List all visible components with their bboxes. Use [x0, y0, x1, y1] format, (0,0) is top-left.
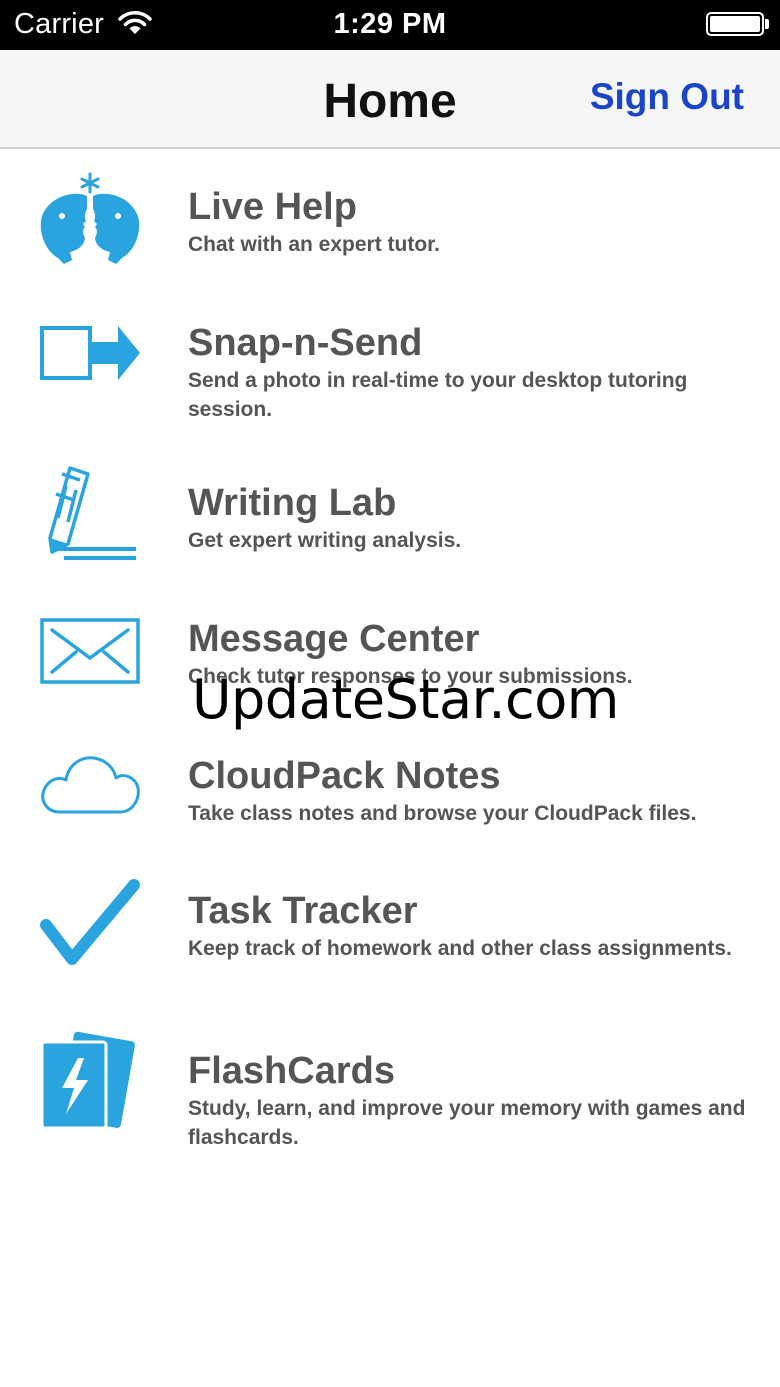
sign-out-button[interactable]: Sign Out — [590, 76, 744, 118]
snap-n-send-description: Send a photo in real-time to your deskto… — [188, 369, 688, 421]
cloudpack-notes-title: CloudPack Notes — [188, 755, 501, 797]
cloud-icon — [41, 756, 140, 814]
live-help-description: Chat with an expert tutor. — [188, 233, 441, 256]
menu-item-live-help[interactable]: Live Help Chat with an expert tutor. — [0, 170, 780, 280]
nav-bar: Home Sign Out — [0, 50, 780, 149]
snap-send-icon — [40, 326, 140, 380]
menu-item-cloudpack-notes[interactable]: CloudPack Notes Take class notes and bro… — [0, 740, 780, 850]
status-bar: Carrier 1:29 PM — [0, 0, 780, 50]
watermark: UpdateStar.com — [192, 668, 619, 731]
envelope-icon — [40, 618, 140, 684]
live-help-title: Live Help — [188, 186, 357, 228]
menu-item-writing-lab[interactable]: Writing Lab Get expert writing analysis. — [0, 460, 780, 570]
message-center-title: Message Center — [188, 618, 480, 660]
menu-item-task-tracker[interactable]: Task Tracker Keep track of homework and … — [0, 875, 780, 1005]
writing-lab-description: Get expert writing analysis. — [188, 529, 462, 552]
menu-item-snap-n-send[interactable]: Snap-n-Send Send a photo in real-time to… — [0, 310, 780, 440]
flashcards-icon — [40, 1031, 135, 1130]
clock: 1:29 PM — [333, 8, 447, 40]
live-help-icon — [40, 172, 140, 264]
flashcards-title: FlashCards — [188, 1050, 395, 1092]
flashcards-description: Study, learn, and improve your memory wi… — [188, 1097, 746, 1149]
battery-nub — [765, 19, 769, 29]
menu-item-flashcards[interactable]: FlashCards Study, learn, and improve you… — [0, 1030, 780, 1160]
cloudpack-notes-description: Take class notes and browse your CloudPa… — [188, 802, 697, 825]
battery-icon — [706, 12, 764, 36]
pencil-icon — [48, 466, 136, 560]
checkmark-icon — [40, 879, 140, 965]
task-tracker-description: Keep track of homework and other class a… — [188, 937, 732, 960]
writing-lab-title: Writing Lab — [188, 482, 397, 524]
snap-n-send-title: Snap-n-Send — [188, 322, 423, 364]
task-tracker-title: Task Tracker — [188, 890, 418, 932]
